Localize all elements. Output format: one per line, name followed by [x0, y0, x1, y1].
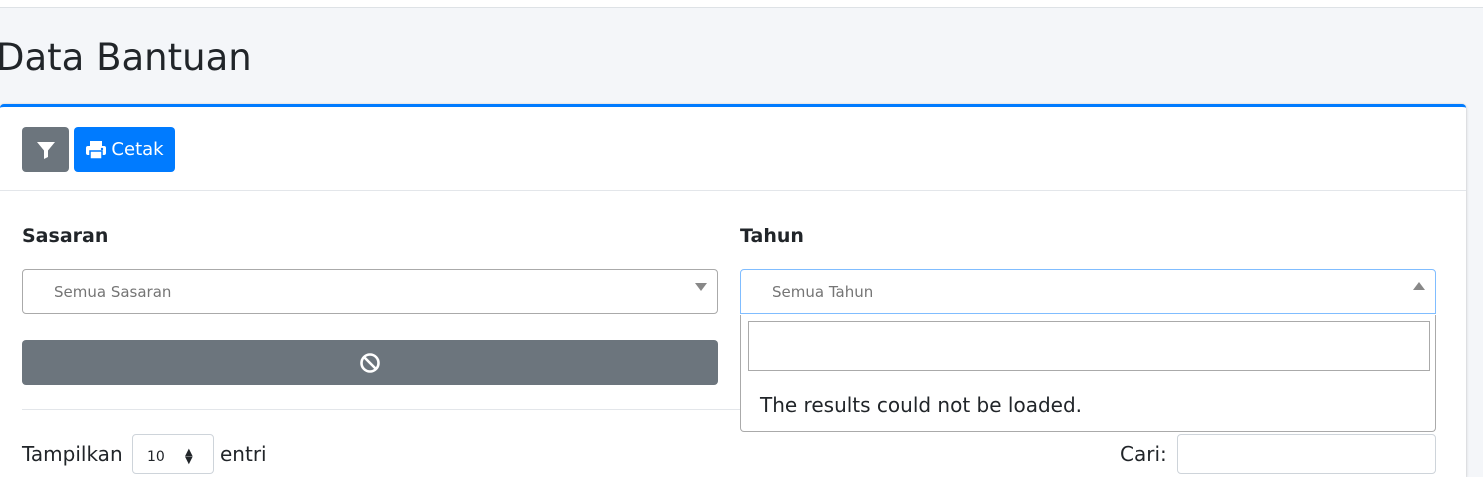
- chevron-down-icon: [695, 283, 707, 291]
- section-divider: [22, 409, 740, 410]
- show-entries-suffix: entri: [220, 442, 267, 466]
- filter-icon: [36, 141, 55, 159]
- page-length-select[interactable]: 10 ▲ ▼: [132, 434, 214, 474]
- top-bar: [0, 0, 1483, 8]
- tahun-dropdown: The results could not be loaded.: [740, 315, 1436, 432]
- tahun-select-value: Semua Tahun: [772, 283, 874, 301]
- dropdown-search-input[interactable]: [748, 321, 1430, 371]
- dropdown-message: The results could not be loaded.: [760, 393, 1083, 417]
- search-label: Cari:: [1120, 442, 1167, 466]
- show-entries-prefix: Tampilkan: [22, 442, 123, 466]
- print-button[interactable]: Cetak: [74, 127, 175, 172]
- tahun-select[interactable]: Semua Tahun: [740, 269, 1436, 314]
- sort-arrows-icon: ▲ ▼: [185, 447, 193, 466]
- sasaran-label: Sasaran: [22, 225, 109, 247]
- tahun-label: Tahun: [740, 225, 804, 247]
- table-search-input[interactable]: [1177, 434, 1436, 474]
- ban-icon: [360, 352, 380, 373]
- print-button-label: Cetak: [111, 139, 164, 160]
- chevron-up-icon: [1413, 282, 1425, 290]
- page-length-value: 10: [147, 449, 165, 465]
- reset-filter-button[interactable]: [22, 340, 718, 385]
- card-header: Cetak: [0, 107, 1466, 191]
- filter-button[interactable]: [22, 127, 69, 172]
- sasaran-select-value: Semua Sasaran: [54, 283, 172, 301]
- sasaran-select[interactable]: Semua Sasaran: [22, 269, 718, 314]
- print-icon: [86, 140, 107, 160]
- page-title: Data Bantuan: [0, 36, 252, 79]
